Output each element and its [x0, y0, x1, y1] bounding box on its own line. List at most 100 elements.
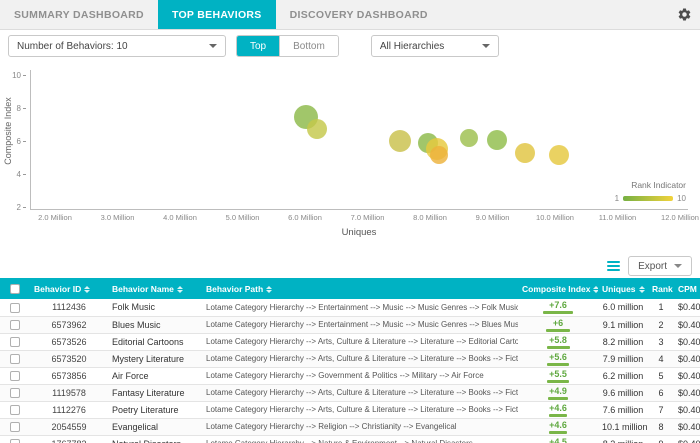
column-label: Composite Index [522, 284, 590, 294]
composite-index-bar [548, 397, 568, 400]
chart-bubble[interactable] [487, 130, 507, 150]
row-checkbox[interactable] [10, 320, 20, 330]
x-axis-tick-label: 7.0 Million [338, 213, 398, 222]
table-toolbar: Export [0, 254, 700, 278]
composite-index-bar [549, 431, 567, 434]
chart-bubble[interactable] [515, 143, 535, 163]
behavior-path-cell: Lotame Category Hierarchy --> Government… [202, 367, 518, 384]
column-header-rank[interactable]: Rank [648, 278, 674, 299]
composite-index-bar [547, 380, 569, 383]
column-header-behavior-id[interactable]: Behavior ID [30, 278, 108, 299]
row-select-cell [0, 299, 30, 316]
chart-bubble[interactable] [549, 145, 569, 165]
composite-index-cell: +4.6 [518, 418, 598, 435]
table-row: 1112276Poetry LiteratureLotame Category … [0, 401, 700, 418]
composite-index-cell: +4.5 [518, 435, 598, 443]
top-bottom-toggle: Top Bottom [236, 35, 339, 57]
composite-index-value: +4.6 [522, 404, 594, 413]
column-label: Rank [652, 284, 673, 294]
row-select-cell [0, 333, 30, 350]
behavior-path-cell: Lotame Category Hierarchy --> Arts, Cult… [202, 401, 518, 418]
tab-discovery-dashboard[interactable]: DISCOVERY DASHBOARD [276, 0, 442, 29]
uniques-cell: 7.6 million [598, 401, 648, 418]
composite-index-bar [547, 363, 569, 366]
column-label: Behavior ID [34, 284, 81, 294]
tab-summary-dashboard[interactable]: SUMMARY DASHBOARD [0, 0, 158, 29]
rank-cell: 6 [648, 384, 674, 401]
behavior-id-cell: 1112436 [30, 299, 108, 316]
behavior-name-cell: Fantasy Literature [108, 384, 202, 401]
column-header-uniques[interactable]: Uniques [598, 278, 648, 299]
tab-list: SUMMARY DASHBOARDTOP BEHAVIORSDISCOVERY … [0, 0, 442, 29]
column-header-cpm[interactable]: CPM [674, 278, 700, 299]
rank-cell: 4 [648, 350, 674, 367]
table-row: 1112436Folk MusicLotame Category Hierarc… [0, 299, 700, 316]
row-checkbox[interactable] [10, 371, 20, 381]
rank-indicator-legend: Rank Indicator 1 10 [615, 180, 686, 203]
rank-cell: 5 [648, 367, 674, 384]
number-of-behaviors-dropdown[interactable]: Number of Behaviors: 10 [8, 35, 226, 57]
y-axis-tick-label: 4 [0, 170, 26, 179]
y-axis-tick-label: 6 [0, 137, 26, 146]
chart-bubble[interactable] [460, 129, 478, 147]
y-axis-tick-label: 10 [0, 71, 26, 80]
rank-cell: 8 [648, 418, 674, 435]
legend-max-label: 10 [677, 194, 686, 203]
controls-bar: Number of Behaviors: 10 Top Bottom All H… [0, 30, 700, 62]
settings-button[interactable] [668, 0, 700, 29]
chart-bubble[interactable] [430, 146, 448, 164]
y-axis-tick-label: 2 [0, 203, 26, 212]
layers-icon[interactable] [607, 261, 620, 271]
behavior-path-cell: Lotame Category Hierarchy --> Religion -… [202, 418, 518, 435]
behavior-name-cell: Editorial Cartoons [108, 333, 202, 350]
select-all-checkbox[interactable] [10, 284, 20, 294]
select-all-header [0, 278, 30, 299]
legend-title: Rank Indicator [615, 180, 686, 190]
top-button[interactable]: Top [237, 36, 279, 56]
export-button[interactable]: Export [628, 256, 692, 276]
row-checkbox[interactable] [10, 303, 20, 313]
tab-top-behaviors[interactable]: TOP BEHAVIORS [158, 0, 276, 29]
column-header-behavior-path[interactable]: Behavior Path [202, 278, 518, 299]
cpm-cell: $0.40 [674, 299, 700, 316]
cpm-cell: $0.40 [674, 367, 700, 384]
x-axis-tick-label: 2.0 Million [25, 213, 85, 222]
x-axis-tick-label: 12.0 Million [650, 213, 700, 222]
row-checkbox[interactable] [10, 337, 20, 347]
composite-index-bar [547, 346, 570, 349]
x-axis-tick-label: 9.0 Million [463, 213, 523, 222]
chart-bubble[interactable] [389, 130, 411, 152]
row-select-cell [0, 367, 30, 384]
cpm-cell: $0.40 [674, 435, 700, 443]
row-checkbox[interactable] [10, 405, 20, 415]
hierarchies-dropdown[interactable]: All Hierarchies [371, 35, 499, 57]
x-axis-tick-label: 8.0 Million [400, 213, 460, 222]
table-header-row: Behavior ID Behavior NameBehavior Path Com… [0, 278, 700, 299]
bottom-button[interactable]: Bottom [279, 36, 338, 56]
behavior-name-cell: Blues Music [108, 316, 202, 333]
behavior-path-cell: Lotame Category Hierarchy --> Entertainm… [202, 299, 518, 316]
behavior-name-cell: Air Force [108, 367, 202, 384]
sort-icon [593, 286, 598, 293]
row-checkbox[interactable] [10, 422, 20, 432]
behavior-id-cell: 1112276 [30, 401, 108, 418]
row-checkbox[interactable] [10, 354, 20, 364]
column-header-composite-index[interactable]: Composite Index [518, 278, 598, 299]
column-header-behavior-name[interactable]: Behavior Name [108, 278, 202, 299]
table-body: 1112436Folk MusicLotame Category Hierarc… [0, 299, 700, 443]
rank-cell: 3 [648, 333, 674, 350]
composite-index-value: +5.5 [522, 370, 594, 379]
sort-icon [639, 286, 645, 293]
row-checkbox[interactable] [10, 439, 20, 443]
x-axis-tick-label: 11.0 Million [588, 213, 648, 222]
row-select-cell [0, 401, 30, 418]
behavior-path-cell: Lotame Category Hierarchy --> Arts, Cult… [202, 384, 518, 401]
row-select-cell [0, 435, 30, 443]
composite-index-value: +7.6 [522, 301, 594, 310]
cpm-cell: $0.40 [674, 418, 700, 435]
chart-bubble[interactable] [307, 119, 327, 139]
cpm-cell: $0.40 [674, 350, 700, 367]
behavior-path-cell: Lotame Category Hierarchy --> Arts, Cult… [202, 350, 518, 367]
row-checkbox[interactable] [10, 388, 20, 398]
uniques-cell: 8.2 million [598, 333, 648, 350]
